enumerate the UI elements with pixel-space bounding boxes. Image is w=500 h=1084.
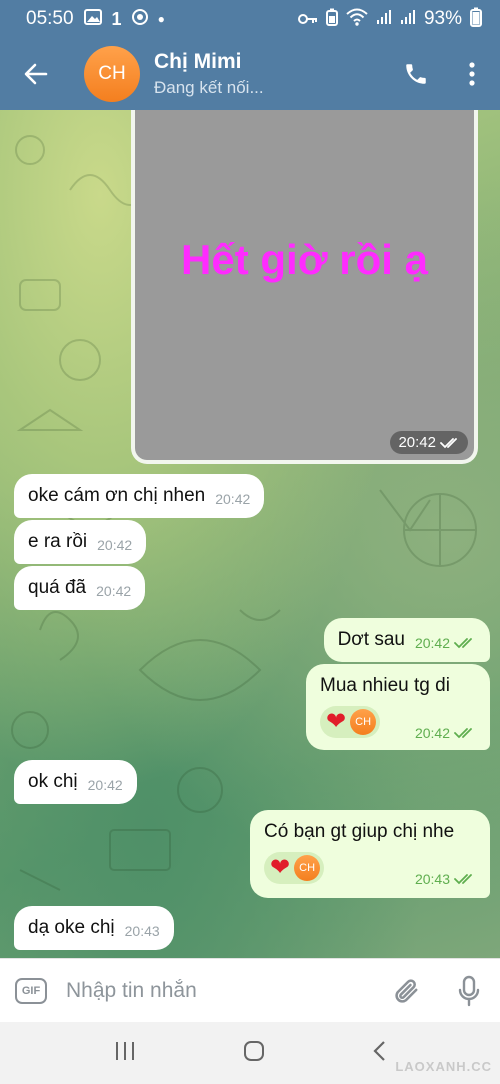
key-icon	[297, 9, 318, 30]
message-time: 20:42	[215, 491, 251, 507]
message-input[interactable]	[62, 978, 376, 1003]
image-message[interactable]: Hết giờ rồi ạ 20:42	[131, 110, 478, 464]
chat-header: CH Chị Mimi Đang kết nối...	[0, 38, 500, 110]
heart-icon: ❤	[270, 854, 291, 881]
connection-status: Đang kết nối...	[154, 78, 264, 97]
reaction-avatar: CH	[350, 709, 377, 735]
recents-icon	[115, 1041, 134, 1060]
message-text: Dơt sau	[337, 629, 405, 650]
image-caption-text: Hết giờ rồi ạ	[181, 236, 428, 283]
message-bubble-outgoing[interactable]: Mua nhieu tg di ❤ CH 20:42	[306, 664, 490, 750]
home-icon	[243, 1040, 264, 1061]
message-text: Mua nhieu tg di	[320, 675, 450, 696]
back-button[interactable]	[0, 38, 72, 110]
message-time: 20:43	[124, 923, 160, 939]
attach-button[interactable]	[376, 959, 438, 1023]
gallery-icon	[83, 8, 102, 30]
chevron-left-icon	[373, 1040, 386, 1061]
battery-level: 93%	[423, 8, 462, 29]
message-text: oke cám ơn chị nhen	[28, 485, 206, 506]
message-text: ok chị	[28, 771, 78, 792]
status-bar: 05:50 1 ● 93%	[0, 0, 500, 38]
message-bubble-outgoing[interactable]: Có bạn gt giup chị nhe ❤ CH 20:43	[250, 810, 490, 898]
message-time: 20:42	[97, 537, 133, 553]
double-check-icon	[454, 638, 472, 649]
signal-icon	[376, 9, 392, 30]
battery-saver-icon	[325, 8, 338, 31]
phone-icon	[406, 64, 426, 84]
gif-button[interactable]: GIF	[0, 959, 62, 1023]
message-text: dạ oke chị	[28, 917, 115, 938]
signal-marker: 1	[111, 8, 122, 29]
double-check-icon	[454, 728, 472, 739]
message-text: Có bạn gt giup chị nhe	[264, 821, 455, 842]
avatar[interactable]: CH	[84, 46, 140, 102]
message-time: 20:42	[96, 583, 132, 599]
image-preview[interactable]: Hết giờ rồi ạ 20:42	[135, 110, 474, 460]
double-check-icon	[454, 874, 472, 885]
message-bubble-incoming[interactable]: dạ oke chị 20:43	[14, 906, 174, 950]
watermark: LAOXANH.CC	[395, 1059, 492, 1074]
gif-icon: GIF	[15, 977, 47, 1004]
nav-back-button[interactable]	[372, 1040, 386, 1067]
signal-icon-2	[400, 9, 416, 30]
status-time: 05:50	[26, 8, 74, 29]
contact-info[interactable]: Chị Mimi Đang kết nối...	[154, 50, 264, 98]
more-options-button[interactable]	[444, 38, 500, 110]
battery-icon	[470, 7, 482, 32]
paperclip-icon	[395, 978, 418, 1003]
message-composer: GIF	[0, 958, 500, 1022]
heart-icon: ❤	[326, 708, 347, 735]
home-button[interactable]	[243, 1040, 265, 1067]
arrow-left-icon	[24, 63, 48, 85]
wifi-icon	[346, 8, 368, 31]
message-bubble-incoming[interactable]: oke cám ơn chị nhen 20:42	[14, 474, 265, 518]
reaction-avatar: CH	[294, 855, 321, 881]
reaction-pill[interactable]: ❤ CH	[320, 706, 381, 738]
reaction-pill[interactable]: ❤ CH	[264, 852, 325, 884]
voice-record-button[interactable]	[438, 959, 500, 1023]
message-bubble-outgoing[interactable]: Dơt sau 20:42	[323, 618, 490, 662]
message-bubble-incoming[interactable]: e ra rồi 20:42	[14, 520, 147, 564]
image-timestamp: 20:42	[390, 431, 468, 454]
message-bubble-incoming[interactable]: ok chị 20:42	[14, 760, 137, 804]
message-bubble-incoming[interactable]: quá đã 20:42	[14, 566, 146, 610]
message-time: 20:43	[414, 871, 450, 887]
chat-area[interactable]: Hết giờ rồi ạ 20:42 oke cám ơn chị nhen …	[0, 110, 500, 958]
kebab-menu-icon	[469, 62, 475, 86]
message-time: 20:42	[414, 725, 450, 741]
recent-apps-button[interactable]	[114, 1041, 136, 1066]
message-time: 20:42	[414, 635, 450, 651]
call-button[interactable]	[388, 38, 444, 110]
system-nav-bar: LAOXANH.CC	[0, 1022, 500, 1084]
contact-name: Chị Mimi	[154, 50, 242, 73]
chrome-icon	[131, 8, 148, 30]
double-check-icon	[440, 437, 457, 448]
message-text: e ra rồi	[28, 531, 88, 552]
message-text: quá đã	[28, 577, 87, 598]
image-time: 20:42	[398, 434, 436, 451]
message-time: 20:42	[87, 777, 123, 793]
dot-icon: ●	[157, 12, 165, 26]
microphone-icon	[458, 975, 480, 1006]
